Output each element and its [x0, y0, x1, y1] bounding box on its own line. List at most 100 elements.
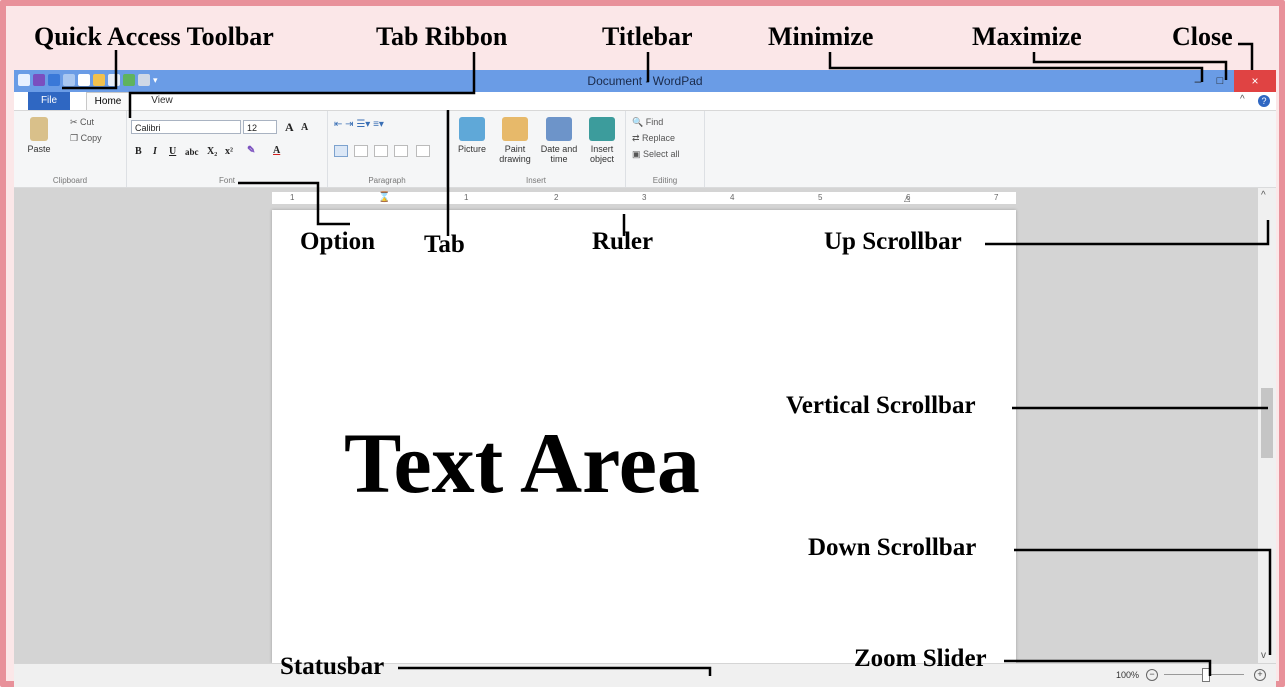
font-size-select[interactable]: 12 — [243, 120, 277, 134]
up-scrollbar-label: Up Scrollbar — [824, 228, 962, 255]
find-label: Find — [645, 117, 664, 127]
picture-icon — [459, 117, 485, 141]
indent-marker-icon[interactable]: ⌛ — [378, 192, 390, 203]
replace-label: Replace — [642, 133, 676, 143]
minimize-button[interactable]: – — [1188, 72, 1208, 90]
paragraph-settings-button[interactable] — [416, 145, 430, 157]
statusbar: 100% − + — [14, 663, 1276, 687]
down-scrollbar-label: Down Scrollbar — [808, 534, 977, 561]
align-right-button[interactable] — [374, 145, 388, 157]
insert-group: Picture Paint drawing Date and time Inse… — [447, 111, 626, 187]
highlight-button[interactable]: ✎ — [247, 145, 255, 156]
editing-group: 🔍 Find ⇄ Replace ▣ Select all Editing — [626, 111, 705, 187]
font-color-button[interactable]: A — [273, 145, 280, 156]
cut-label: Cut — [80, 117, 95, 127]
align-left-button[interactable] — [334, 145, 348, 157]
strikethrough-button[interactable]: abc — [185, 147, 199, 157]
ruler-mark: 2 — [554, 193, 559, 202]
align-center-button[interactable] — [354, 145, 368, 157]
bold-button[interactable]: B — [135, 146, 142, 157]
indent-buttons[interactable]: ⇤ ⇥ ☰▾ ≡▾ — [334, 119, 384, 130]
clipboard-icon — [30, 117, 48, 141]
object-icon — [589, 117, 615, 141]
paint-drawing-button[interactable]: Paint drawing — [495, 117, 535, 164]
zoom-slider-thumb[interactable] — [1202, 668, 1210, 682]
paint-label-2: drawing — [499, 154, 531, 164]
paint-label: Paint — [504, 144, 526, 154]
object-label-2: object — [589, 154, 615, 164]
text-area-label: Text Area — [344, 415, 700, 511]
tab-ribbon-label: Tab Ribbon — [376, 22, 508, 51]
underline-button[interactable]: U — [169, 146, 176, 157]
date-label: Date and — [540, 144, 578, 154]
copy-button[interactable]: ❐ Copy — [70, 133, 102, 144]
titlebar: ▾ Document - WordPad – □ × — [14, 70, 1276, 92]
vertical-scrollbar[interactable]: ^ v — [1258, 188, 1276, 663]
paint-icon — [502, 117, 528, 141]
tab-label: Tab — [424, 231, 465, 258]
copy-label: Copy — [80, 133, 102, 143]
replace-button[interactable]: ⇄ Replace — [632, 133, 675, 144]
window-title: Document - WordPad — [587, 74, 703, 88]
titlebar-label: Titlebar — [602, 22, 693, 51]
ruler[interactable]: 1 1 2 3 4 5 6 7 ⌛ △ — [272, 192, 1016, 204]
superscript-button[interactable]: x² — [225, 146, 233, 157]
paste-label: Paste — [27, 144, 51, 154]
date-label-2: time — [550, 154, 568, 164]
picture-button[interactable]: Picture — [453, 117, 491, 154]
wordpad-window: ▾ Document - WordPad – □ × File Home Vie… — [14, 70, 1276, 687]
tab-row: File Home View ^ ? — [14, 92, 1276, 111]
tab-home[interactable]: Home — [86, 92, 130, 110]
clipboard-group: Paste ✂ Cut ❐ Copy Clipboard — [14, 111, 127, 187]
zoom-out-button[interactable]: − — [1146, 669, 1158, 681]
statusbar-label: Statusbar — [280, 653, 385, 680]
insert-group-label: Insert — [525, 176, 546, 185]
close-button[interactable]: × — [1234, 70, 1276, 92]
font-group-label: Font — [218, 176, 235, 185]
object-label: Insert — [590, 144, 614, 154]
help-icon[interactable]: ? — [1258, 95, 1270, 107]
select-all-button[interactable]: ▣ Select all — [632, 149, 680, 160]
scroll-up-button[interactable]: ^ — [1261, 190, 1266, 201]
ruler-mark: 1 — [464, 193, 469, 202]
grow-font-button[interactable]: A — [285, 120, 294, 135]
right-indent-marker-icon[interactable]: △ — [904, 194, 910, 203]
maximize-label: Maximize — [972, 22, 1082, 51]
quick-access-toolbar-label: Quick Access Toolbar — [34, 22, 274, 51]
maximize-button[interactable]: □ — [1210, 72, 1230, 90]
picture-label: Picture — [457, 144, 486, 154]
date-time-button[interactable]: Date and time — [537, 117, 581, 164]
ribbon: Paste ✂ Cut ❐ Copy Clipboard Calibri 12 … — [14, 111, 1276, 188]
select-all-label: Select all — [643, 149, 680, 159]
italic-button[interactable]: I — [153, 146, 157, 157]
minimize-label: Minimize — [768, 22, 874, 51]
ruler-mark: 1 — [290, 193, 295, 202]
collapse-ribbon-icon[interactable]: ^ — [1240, 94, 1245, 105]
tab-file[interactable]: File — [28, 92, 70, 110]
calendar-icon — [546, 117, 572, 141]
ruler-mark: 3 — [642, 193, 647, 202]
zoom-percentage: 100% — [1116, 670, 1140, 680]
subscript-button[interactable]: X₂ — [207, 146, 217, 157]
insert-object-button[interactable]: Insert object — [583, 117, 621, 164]
ruler-label: Ruler — [592, 228, 654, 255]
zoom-in-button[interactable]: + — [1254, 669, 1266, 681]
close-label: Close — [1172, 22, 1233, 51]
scroll-down-button[interactable]: v — [1261, 650, 1266, 661]
option-label: Option — [300, 228, 376, 255]
paragraph-group-label: Paragraph — [368, 176, 406, 185]
justify-button[interactable] — [394, 145, 408, 157]
tab-view[interactable]: View — [142, 92, 182, 110]
zoom-slider-label: Zoom Slider — [854, 645, 987, 672]
font-family-select[interactable]: Calibri — [131, 120, 241, 134]
shrink-font-button[interactable]: A — [301, 122, 308, 133]
scrollbar-thumb[interactable] — [1261, 388, 1273, 458]
find-button[interactable]: 🔍 Find — [632, 117, 663, 128]
paste-button[interactable]: Paste — [24, 117, 54, 154]
ruler-mark: 5 — [818, 193, 823, 202]
paragraph-group: ⇤ ⇥ ☰▾ ≡▾ Paragraph — [328, 111, 447, 187]
ruler-mark: 4 — [730, 193, 735, 202]
editing-group-label: Editing — [652, 176, 678, 185]
cut-button[interactable]: ✂ Cut — [70, 117, 94, 128]
vertical-scrollbar-label: Vertical Scrollbar — [786, 392, 976, 419]
